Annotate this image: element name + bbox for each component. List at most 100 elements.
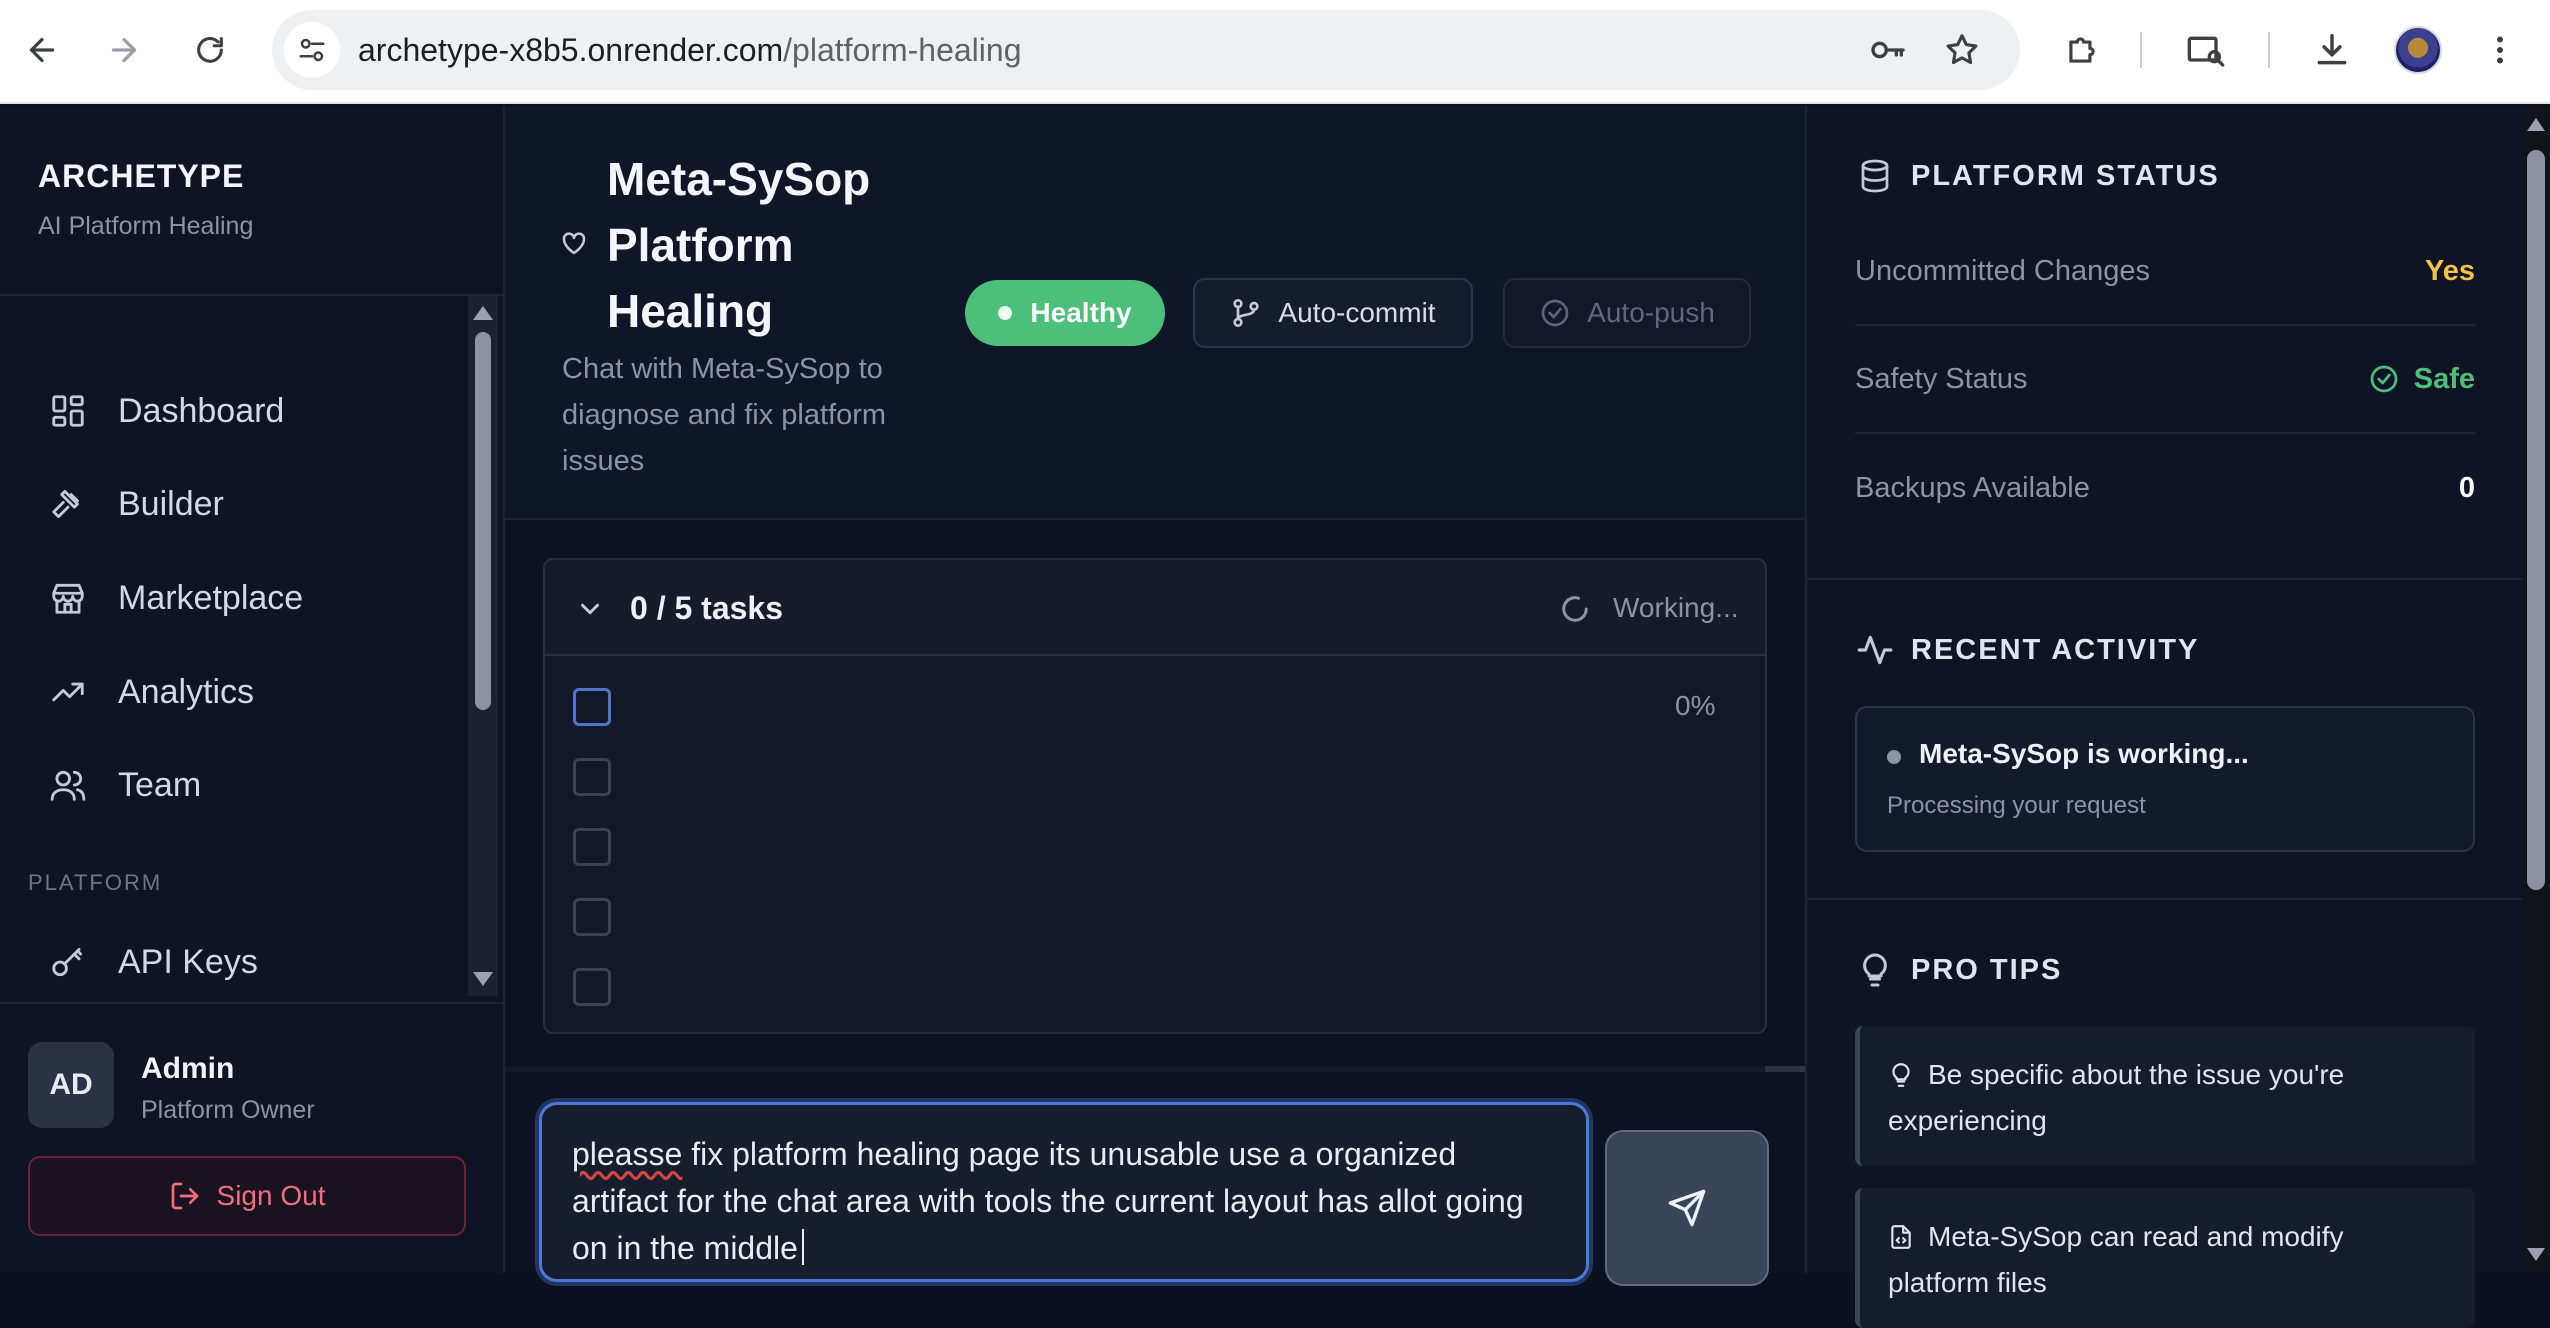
activity-card: Meta-SySop is working... Processing your… — [1855, 706, 2475, 852]
check-circle-icon — [2370, 365, 2398, 393]
hammer-icon — [46, 482, 90, 526]
forward-button[interactable] — [96, 22, 152, 78]
sidebar-item-marketplace[interactable]: Marketplace — [28, 558, 458, 638]
sign-out-button[interactable]: Sign Out — [28, 1156, 466, 1236]
page-title-line: Healing — [607, 285, 774, 337]
tip-text: Meta-SySop can read and modify platform … — [1888, 1221, 2344, 1298]
auto-commit-toggle[interactable]: Auto-commit — [1193, 278, 1473, 348]
status-badge-label: Healthy — [1030, 297, 1132, 328]
stat-value-wrap: Safe — [2368, 363, 2475, 396]
scroll-up-arrow-icon[interactable] — [473, 306, 493, 320]
status-sidebar: PLATFORM STATUS Uncommitted Changes Yes … — [1805, 106, 2522, 1328]
chevron-down-icon[interactable] — [575, 594, 605, 624]
chat-message-input[interactable]: pleasse fix platform healing page its un… — [539, 1102, 1589, 1282]
reload-button[interactable] — [182, 22, 238, 78]
task-progress-percent: 0% — [1675, 690, 1716, 721]
check-circle-icon — [1541, 299, 1569, 327]
divider — [1807, 898, 2522, 900]
text-caret — [801, 1229, 804, 1265]
brand-title: ARCHETYPE — [38, 158, 245, 194]
tip-text: Be specific about the issue you're exper… — [1888, 1059, 2345, 1136]
pro-tips-heading: PRO TIPS — [1855, 950, 2062, 990]
user-name: Admin — [141, 1052, 235, 1085]
password-key-button[interactable] — [1868, 30, 1908, 70]
sign-out-label: Sign Out — [216, 1180, 326, 1211]
site-info-button[interactable] — [284, 22, 340, 78]
sidebar-item-api-keys[interactable]: API Keys — [28, 922, 458, 1002]
sidebar-item-label: Analytics — [118, 672, 255, 711]
sidebar-item-analytics[interactable]: Analytics — [28, 652, 458, 732]
dashboard-grid-icon — [46, 389, 90, 433]
activity-icon — [1855, 630, 1895, 670]
task-checkbox[interactable] — [573, 758, 611, 796]
sidebar-item-team[interactable]: Team — [28, 745, 458, 825]
task-count: 0 / 5 tasks — [630, 590, 783, 626]
address-bar[interactable]: archetype-x8b5.onrender.com/platform-hea… — [272, 10, 2020, 90]
users-icon — [46, 763, 90, 807]
bookmark-button[interactable] — [1942, 30, 1982, 70]
task-checkbox[interactable] — [573, 968, 611, 1006]
resize-grip[interactable] — [1765, 1066, 1805, 1072]
task-checkbox[interactable] — [573, 828, 611, 866]
toolbar-divider — [2140, 32, 2142, 68]
url-domain: archetype-x8b5.onrender.com — [358, 32, 784, 68]
task-checkbox[interactable] — [573, 688, 611, 726]
sidebar-item-label: Marketplace — [118, 578, 304, 617]
url-text[interactable]: archetype-x8b5.onrender.com/platform-hea… — [358, 10, 1021, 90]
status-badge: Healthy — [965, 280, 1165, 346]
sidebar-item-label: API Keys — [118, 942, 258, 981]
activity-title: Meta-SySop is working... — [1919, 738, 2249, 769]
avatar: AD — [28, 1042, 114, 1128]
section-title: PLATFORM STATUS — [1911, 159, 2220, 192]
scroll-down-arrow-icon[interactable] — [2527, 1248, 2545, 1261]
sidebar-item-label: Team — [118, 765, 202, 804]
scroll-down-arrow-icon[interactable] — [473, 972, 493, 986]
stat-label: Uncommitted Changes — [1855, 254, 2150, 287]
task-status-text: Working... — [1613, 592, 1739, 623]
download-icon — [2317, 34, 2347, 65]
user-profile: AD Admin Platform Owner Sign Out — [0, 1002, 503, 1273]
sidebar-item-dashboard[interactable]: Dashboard — [28, 371, 458, 451]
tab-search-button[interactable] — [2182, 26, 2230, 74]
section-label-platform: PLATFORM — [28, 870, 163, 895]
task-checkbox[interactable] — [573, 898, 611, 936]
auto-push-toggle[interactable]: Auto-push — [1503, 278, 1751, 348]
misspelled-word: pleasse — [572, 1136, 683, 1172]
sidebar-item-label: Dashboard — [118, 391, 285, 430]
page-scrollbar[interactable] — [2522, 106, 2550, 1273]
auto-push-label: Auto-push — [1587, 297, 1715, 328]
tip-card: Be specific about the issue you're exper… — [1855, 1026, 2475, 1166]
scrollbar-thumb[interactable] — [475, 332, 491, 710]
activity-subtitle: Processing your request — [1887, 792, 2146, 819]
chat-message-text: fix platform healing page its unusable u… — [572, 1136, 1524, 1266]
arrow-left-icon — [29, 37, 55, 63]
profile-avatar[interactable] — [2394, 26, 2442, 74]
sidebar-scrollbar[interactable] — [468, 296, 498, 996]
stat-label: Backups Available — [1855, 471, 2090, 504]
trending-up-icon — [46, 670, 90, 714]
stat-backups-available: Backups Available 0 — [1855, 434, 2475, 542]
user-role: Platform Owner — [141, 1096, 315, 1124]
back-button[interactable] — [14, 22, 70, 78]
page-header: Meta-SySop Platform Healing Chat with Me… — [505, 106, 1805, 520]
star-icon — [1946, 34, 1978, 65]
task-list-header[interactable]: 0 / 5 tasks Working... — [545, 560, 1765, 656]
page-title-line: Meta-SySop — [607, 153, 871, 205]
downloads-button[interactable] — [2308, 26, 2356, 74]
composer-resize-handle[interactable] — [505, 1066, 1805, 1072]
scrollbar-thumb[interactable] — [2527, 150, 2545, 890]
activity-dot — [1887, 750, 1901, 764]
section-title: RECENT ACTIVITY — [1911, 633, 2200, 666]
browser-toolbar: archetype-x8b5.onrender.com/platform-hea… — [0, 0, 2550, 104]
section-title: PRO TIPS — [1911, 953, 2063, 986]
sidebar-item-builder[interactable]: Builder — [28, 464, 458, 544]
browser-menu-button[interactable] — [2476, 26, 2524, 74]
key-icon — [1871, 41, 1905, 59]
extensions-button[interactable] — [2058, 26, 2106, 74]
divider — [1807, 578, 2522, 580]
sidebar: ARCHETYPE AI Platform Healing Dashboard … — [0, 106, 505, 1273]
scroll-up-arrow-icon[interactable] — [2527, 118, 2545, 131]
heart-icon — [562, 232, 586, 255]
send-button[interactable] — [1605, 1130, 1769, 1286]
puzzle-icon — [2069, 37, 2095, 63]
